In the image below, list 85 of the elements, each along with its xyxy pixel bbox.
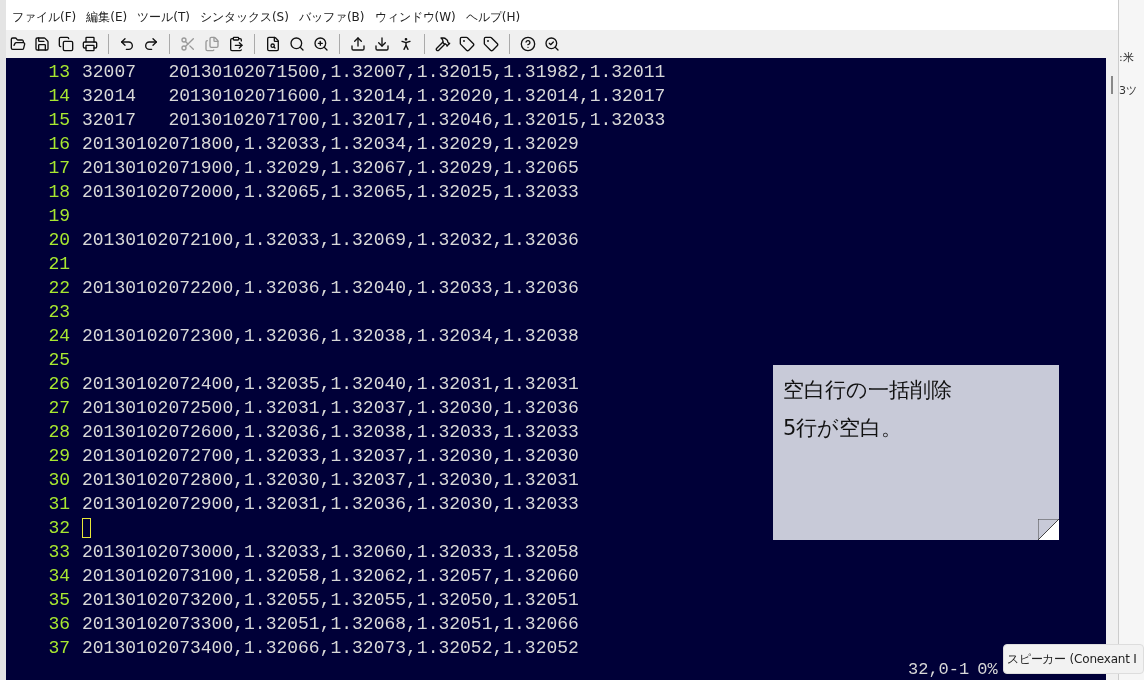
line-number: 25 <box>47 350 71 370</box>
search-icon <box>289 36 305 52</box>
line-number: 29 <box>47 446 71 466</box>
scrollbar-thumb[interactable] <box>1111 76 1113 94</box>
line-number: 34 <box>47 566 71 586</box>
code-line: 20130102072700,1.32033,1.32037,1.32030,1.32030 <box>82 446 579 466</box>
scroll-percent: 0% <box>977 660 998 680</box>
print-button[interactable] <box>80 34 100 54</box>
tag-button[interactable] <box>481 34 501 54</box>
line-number: 30 <box>47 470 71 490</box>
menu-item[interactable]: 編集(E) <box>86 9 128 26</box>
menu-item[interactable]: ツール(T) <box>137 9 190 26</box>
line-number: 27 <box>47 398 71 418</box>
paste-icon <box>228 36 244 52</box>
code-line: 20130102072000,1.32065,1.32065,1.32025,1.32033 <box>82 182 579 202</box>
code-line: 20130102072900,1.32031,1.32036,1.32030,1.32033 <box>82 494 579 514</box>
code-line: 32007 20130102071500,1.32007,1.32015,1.31982,1.32011 <box>82 62 666 82</box>
tag-button[interactable] <box>457 34 477 54</box>
code-line: 32017 20130102071700,1.32017,1.32046,1.32015,1.32033 <box>82 110 666 130</box>
hammer-icon <box>435 36 451 52</box>
code-line: 20130102072200,1.32036,1.32040,1.32033,1.32036 <box>82 278 579 298</box>
window-text: :米 <box>1119 50 1135 65</box>
code-line: 20130102073000,1.32033,1.32060,1.32033,1.32058 <box>82 542 579 562</box>
line-number: 16 <box>47 134 71 154</box>
line-number: 20 <box>47 230 71 250</box>
menu-item[interactable]: ヘルプ(H) <box>465 9 521 26</box>
line-number: 37 <box>47 638 71 658</box>
line-number: 23 <box>47 302 71 322</box>
code-line: 32014 20130102071600,1.32014,1.32020,1.32014,1.32017 <box>82 86 666 106</box>
undo-icon <box>119 36 135 52</box>
line-number: 18 <box>47 182 71 202</box>
save-button[interactable] <box>32 34 52 54</box>
line-number: 15 <box>47 110 71 130</box>
window-text: 3ツ <box>1119 83 1138 98</box>
line-number: 35 <box>47 590 71 610</box>
code-line: 20130102072100,1.32033,1.32069,1.32032,1.32036 <box>82 230 579 250</box>
upload-icon <box>350 36 366 52</box>
code-line: 20130102072300,1.32036,1.32038,1.32034,1.32038 <box>82 326 579 346</box>
download-icon <box>374 36 390 52</box>
line-number: 31 <box>47 494 71 514</box>
code-line: 20130102071800,1.32033,1.32034,1.32029,1.32029 <box>82 134 579 154</box>
code-line: 20130102072600,1.32036,1.32038,1.32033,1.32033 <box>82 422 579 442</box>
tooltip: スピーカー (Conexant I <box>1003 644 1144 674</box>
menu-item[interactable]: シンタックス(S) <box>199 9 289 26</box>
line-number: 21 <box>47 254 71 274</box>
cut-icon <box>180 36 196 52</box>
line-number: 28 <box>47 422 71 442</box>
open-folder-icon <box>10 36 26 52</box>
hammer-button[interactable] <box>433 34 453 54</box>
line-number: 13 <box>47 62 71 82</box>
print-icon <box>82 36 98 52</box>
code-line: 20130102073400,1.32066,1.32073,1.32052,1.32052 <box>82 638 579 658</box>
code-line: 20130102073300,1.32051,1.32068,1.32051,1.32066 <box>82 614 579 634</box>
menu-item[interactable]: バッファ(B) <box>298 9 365 26</box>
code-line: 20130102072500,1.32031,1.32037,1.32030,1.32036 <box>82 398 579 418</box>
line-number: 33 <box>47 542 71 562</box>
line-number: 32 <box>47 518 71 538</box>
line-number: 19 <box>47 206 71 226</box>
code-line: 20130102071900,1.32029,1.32067,1.32029,1.32065 <box>82 158 579 178</box>
line-number: 36 <box>47 614 71 634</box>
code-line: 20130102072800,1.32030,1.32037,1.32030,1.32031 <box>82 470 579 490</box>
menu-item[interactable]: ファイル(F) <box>12 9 77 26</box>
line-number: 22 <box>47 278 71 298</box>
code-line: 20130102073100,1.32058,1.32062,1.32057,1.32060 <box>82 566 579 586</box>
line-number: 26 <box>47 374 71 394</box>
redo-icon <box>143 36 159 52</box>
line-number: 24 <box>47 326 71 346</box>
code-line: 20130102072400,1.32035,1.32040,1.32031,1.32031 <box>82 374 579 394</box>
cursor-position: 32,0-1 <box>908 660 970 680</box>
help-icon <box>520 36 536 52</box>
line-number: 14 <box>47 86 71 106</box>
file-search-icon <box>265 36 281 52</box>
copy-icon <box>204 36 220 52</box>
upload-button[interactable] <box>348 34 368 54</box>
code-line: 20130102073200,1.32055,1.32055,1.32050,1.32051 <box>82 590 579 610</box>
download-button[interactable] <box>372 34 392 54</box>
tag-icon <box>459 36 475 52</box>
menu-item[interactable]: ウィンドウ(W) <box>374 9 456 26</box>
zoom-icon <box>313 36 329 52</box>
help-button[interactable] <box>518 34 538 54</box>
line-number: 17 <box>47 158 71 178</box>
save-icon <box>34 36 50 52</box>
tag-icon <box>483 36 499 52</box>
note-text: 5行が空白。 <box>783 415 904 442</box>
note-text: 空白行の一括削除 <box>783 377 953 404</box>
